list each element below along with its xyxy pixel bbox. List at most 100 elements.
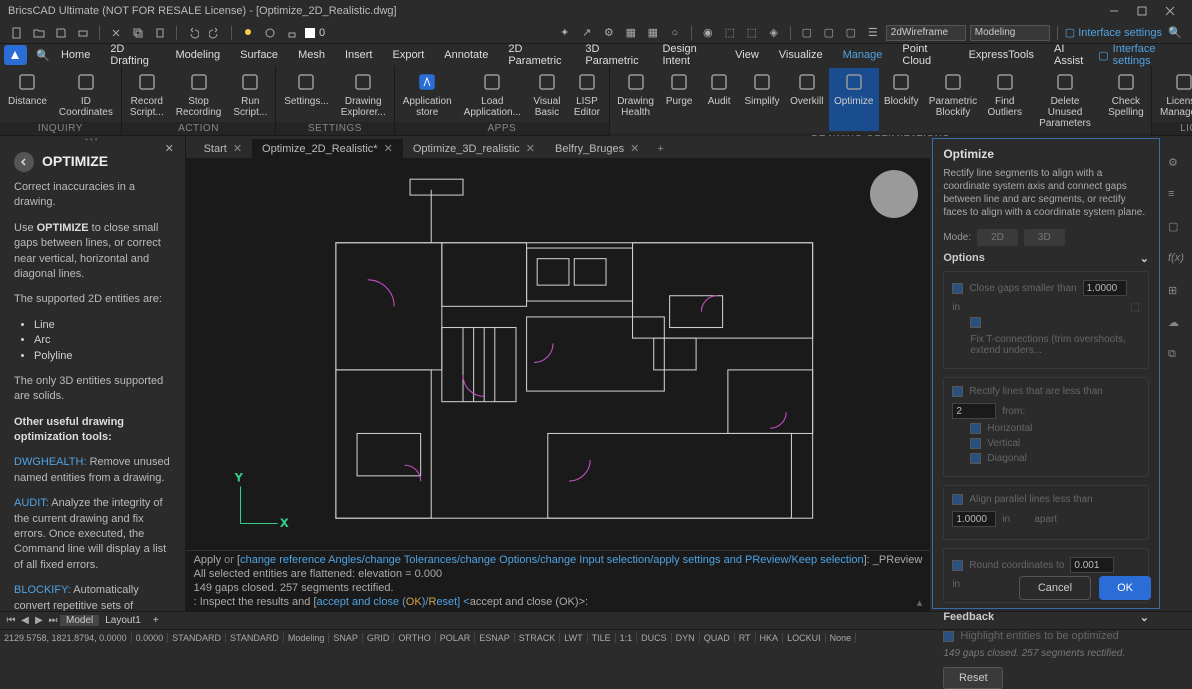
status-esnap[interactable]: ESNAP bbox=[475, 633, 515, 643]
ribbon-load-application-[interactable]: LoadApplication... bbox=[458, 68, 527, 120]
undo-icon[interactable] bbox=[184, 24, 202, 42]
ribbon-check-spelling[interactable]: CheckSpelling bbox=[1103, 68, 1149, 131]
menu-point-cloud[interactable]: Point Cloud bbox=[892, 44, 958, 66]
status-dyn[interactable]: DYN bbox=[672, 633, 700, 643]
menu-export[interactable]: Export bbox=[382, 44, 434, 66]
app-logo-button[interactable] bbox=[4, 45, 27, 65]
menu-manage[interactable]: Manage bbox=[833, 44, 893, 66]
command-input[interactable]: : Inspect the results and [accept and cl… bbox=[194, 595, 923, 609]
menu-2d-parametric[interactable]: 2D Parametric bbox=[498, 44, 575, 66]
add-layout-button[interactable]: + bbox=[147, 615, 165, 626]
status-standard[interactable]: STANDARD bbox=[226, 633, 284, 643]
menu-design-intent[interactable]: Design Intent bbox=[652, 44, 725, 66]
ribbon-blockify[interactable]: Blockify bbox=[879, 68, 924, 131]
reset-button[interactable]: Reset bbox=[943, 667, 1003, 689]
minimize-button[interactable] bbox=[1100, 1, 1128, 21]
search-icon[interactable]: 🔍 bbox=[1166, 24, 1184, 42]
gap-unit[interactable]: in bbox=[952, 302, 978, 313]
status-strack[interactable]: STRACK bbox=[515, 633, 561, 643]
tool-icon[interactable]: ▢ bbox=[798, 24, 816, 42]
close-tab-icon[interactable]: ✕ bbox=[233, 142, 242, 155]
ribbon-lisp-editor[interactable]: LISPEditor bbox=[567, 68, 607, 120]
status-none[interactable]: None bbox=[826, 633, 857, 643]
layer-bulb-icon[interactable] bbox=[239, 24, 257, 42]
status-rt[interactable]: RT bbox=[735, 633, 756, 643]
ribbon-simplify[interactable]: Simplify bbox=[739, 68, 785, 131]
status-ducs[interactable]: DUCS bbox=[637, 633, 672, 643]
layout1-tab[interactable]: Layout1 bbox=[99, 615, 147, 626]
status-lwt[interactable]: LWT bbox=[560, 633, 587, 643]
status-lockui[interactable]: LOCKUI bbox=[783, 633, 826, 643]
align-value-input[interactable] bbox=[952, 511, 996, 527]
menu-surface[interactable]: Surface bbox=[230, 44, 288, 66]
tool-icon[interactable]: ⬚ bbox=[743, 24, 761, 42]
menu-2d-drafting[interactable]: 2D Drafting bbox=[100, 44, 165, 66]
next-layout-button[interactable]: ▶ bbox=[32, 614, 46, 628]
menu-ai-assist[interactable]: AI Assist bbox=[1044, 44, 1098, 66]
fix-t-checkbox[interactable] bbox=[970, 317, 981, 328]
model-tab[interactable]: Model bbox=[60, 615, 99, 626]
layer-freeze-icon[interactable] bbox=[261, 24, 279, 42]
gap-value-input[interactable] bbox=[1083, 280, 1127, 296]
tool-icon[interactable]: ◉ bbox=[699, 24, 717, 42]
ribbon-drawing-explorer-[interactable]: DrawingExplorer... bbox=[335, 68, 392, 120]
status-tile[interactable]: TILE bbox=[588, 633, 616, 643]
status-snap[interactable]: SNAP bbox=[329, 633, 363, 643]
options-header[interactable]: Options bbox=[943, 252, 985, 265]
layer-color-swatch[interactable] bbox=[305, 28, 315, 38]
panel-icon[interactable]: ⧉ bbox=[1168, 348, 1186, 366]
cloud-icon[interactable]: ☁ bbox=[1168, 316, 1186, 334]
interface-settings-link[interactable]: ▢ Interface settings bbox=[1065, 26, 1162, 39]
diagonal-checkbox[interactable] bbox=[970, 453, 981, 464]
first-layout-button[interactable]: ⏮ bbox=[4, 614, 18, 628]
print-icon[interactable] bbox=[74, 24, 92, 42]
menu-home[interactable]: Home bbox=[51, 44, 100, 66]
vertical-checkbox[interactable] bbox=[970, 438, 981, 449]
layer-lock-icon[interactable] bbox=[283, 24, 301, 42]
mode-3d-button[interactable]: 3D bbox=[1024, 229, 1065, 246]
round-checkbox[interactable] bbox=[952, 560, 963, 571]
status-polar[interactable]: POLAR bbox=[436, 633, 476, 643]
ribbon-license-manager-[interactable]: LicenseManager... bbox=[1154, 68, 1192, 120]
status-grid[interactable]: GRID bbox=[363, 633, 395, 643]
status-standard[interactable]: STANDARD bbox=[168, 633, 226, 643]
ribbon-record-script-[interactable]: RecordScript... bbox=[124, 68, 170, 120]
menu-annotate[interactable]: Annotate bbox=[434, 44, 498, 66]
ribbon-overkill[interactable]: Overkill bbox=[785, 68, 829, 131]
drawing-canvas[interactable]: Y X bbox=[186, 158, 931, 550]
structure-icon[interactable]: ⊞ bbox=[1168, 284, 1186, 302]
ok-button[interactable]: OK bbox=[1099, 576, 1151, 600]
chevron-down-icon[interactable]: ⌄ bbox=[1140, 611, 1149, 624]
tool-icon[interactable]: ⬚ bbox=[721, 24, 739, 42]
status-11[interactable]: 1:1 bbox=[616, 633, 638, 643]
ribbon-run-script-[interactable]: RunScript... bbox=[227, 68, 273, 120]
feedback-header[interactable]: Feedback bbox=[943, 611, 994, 624]
menu-view[interactable]: View bbox=[725, 44, 769, 66]
doc-tab[interactable]: Optimize_3D_realistic✕ bbox=[403, 139, 545, 158]
status-0.0000[interactable]: 0.0000 bbox=[132, 633, 169, 643]
layer-select[interactable]: 0 bbox=[319, 27, 459, 39]
tool-icon[interactable]: ↗ bbox=[578, 24, 596, 42]
close-window-button[interactable] bbox=[1156, 1, 1184, 21]
horizontal-checkbox[interactable] bbox=[970, 423, 981, 434]
close-tab-icon[interactable]: ✕ bbox=[526, 142, 535, 155]
rectify-checkbox[interactable] bbox=[952, 386, 963, 397]
redo-icon[interactable] bbox=[206, 24, 224, 42]
tool-icon[interactable]: ▢ bbox=[820, 24, 838, 42]
menu-mesh[interactable]: Mesh bbox=[288, 44, 335, 66]
new-tab-button[interactable]: + bbox=[649, 140, 671, 158]
round-unit[interactable]: in bbox=[952, 579, 978, 590]
settings-icon[interactable]: ⚙ bbox=[1168, 156, 1186, 174]
paste-icon[interactable] bbox=[151, 24, 169, 42]
tool-icon[interactable]: ▦ bbox=[622, 24, 640, 42]
tool-icon[interactable]: ◈ bbox=[765, 24, 783, 42]
layers-icon[interactable]: ≡ bbox=[1168, 188, 1186, 206]
ribbon-application-store[interactable]: Applicationstore bbox=[397, 68, 458, 120]
menu-expresstools[interactable]: ExpressTools bbox=[959, 44, 1044, 66]
menu-3d-parametric[interactable]: 3D Parametric bbox=[575, 44, 652, 66]
tool-icon[interactable]: ☰ bbox=[864, 24, 882, 42]
ribbon-distance[interactable]: Distance bbox=[2, 68, 53, 120]
cut-icon[interactable] bbox=[107, 24, 125, 42]
close-gaps-checkbox[interactable] bbox=[952, 283, 963, 294]
menu-modeling[interactable]: Modeling bbox=[166, 44, 231, 66]
